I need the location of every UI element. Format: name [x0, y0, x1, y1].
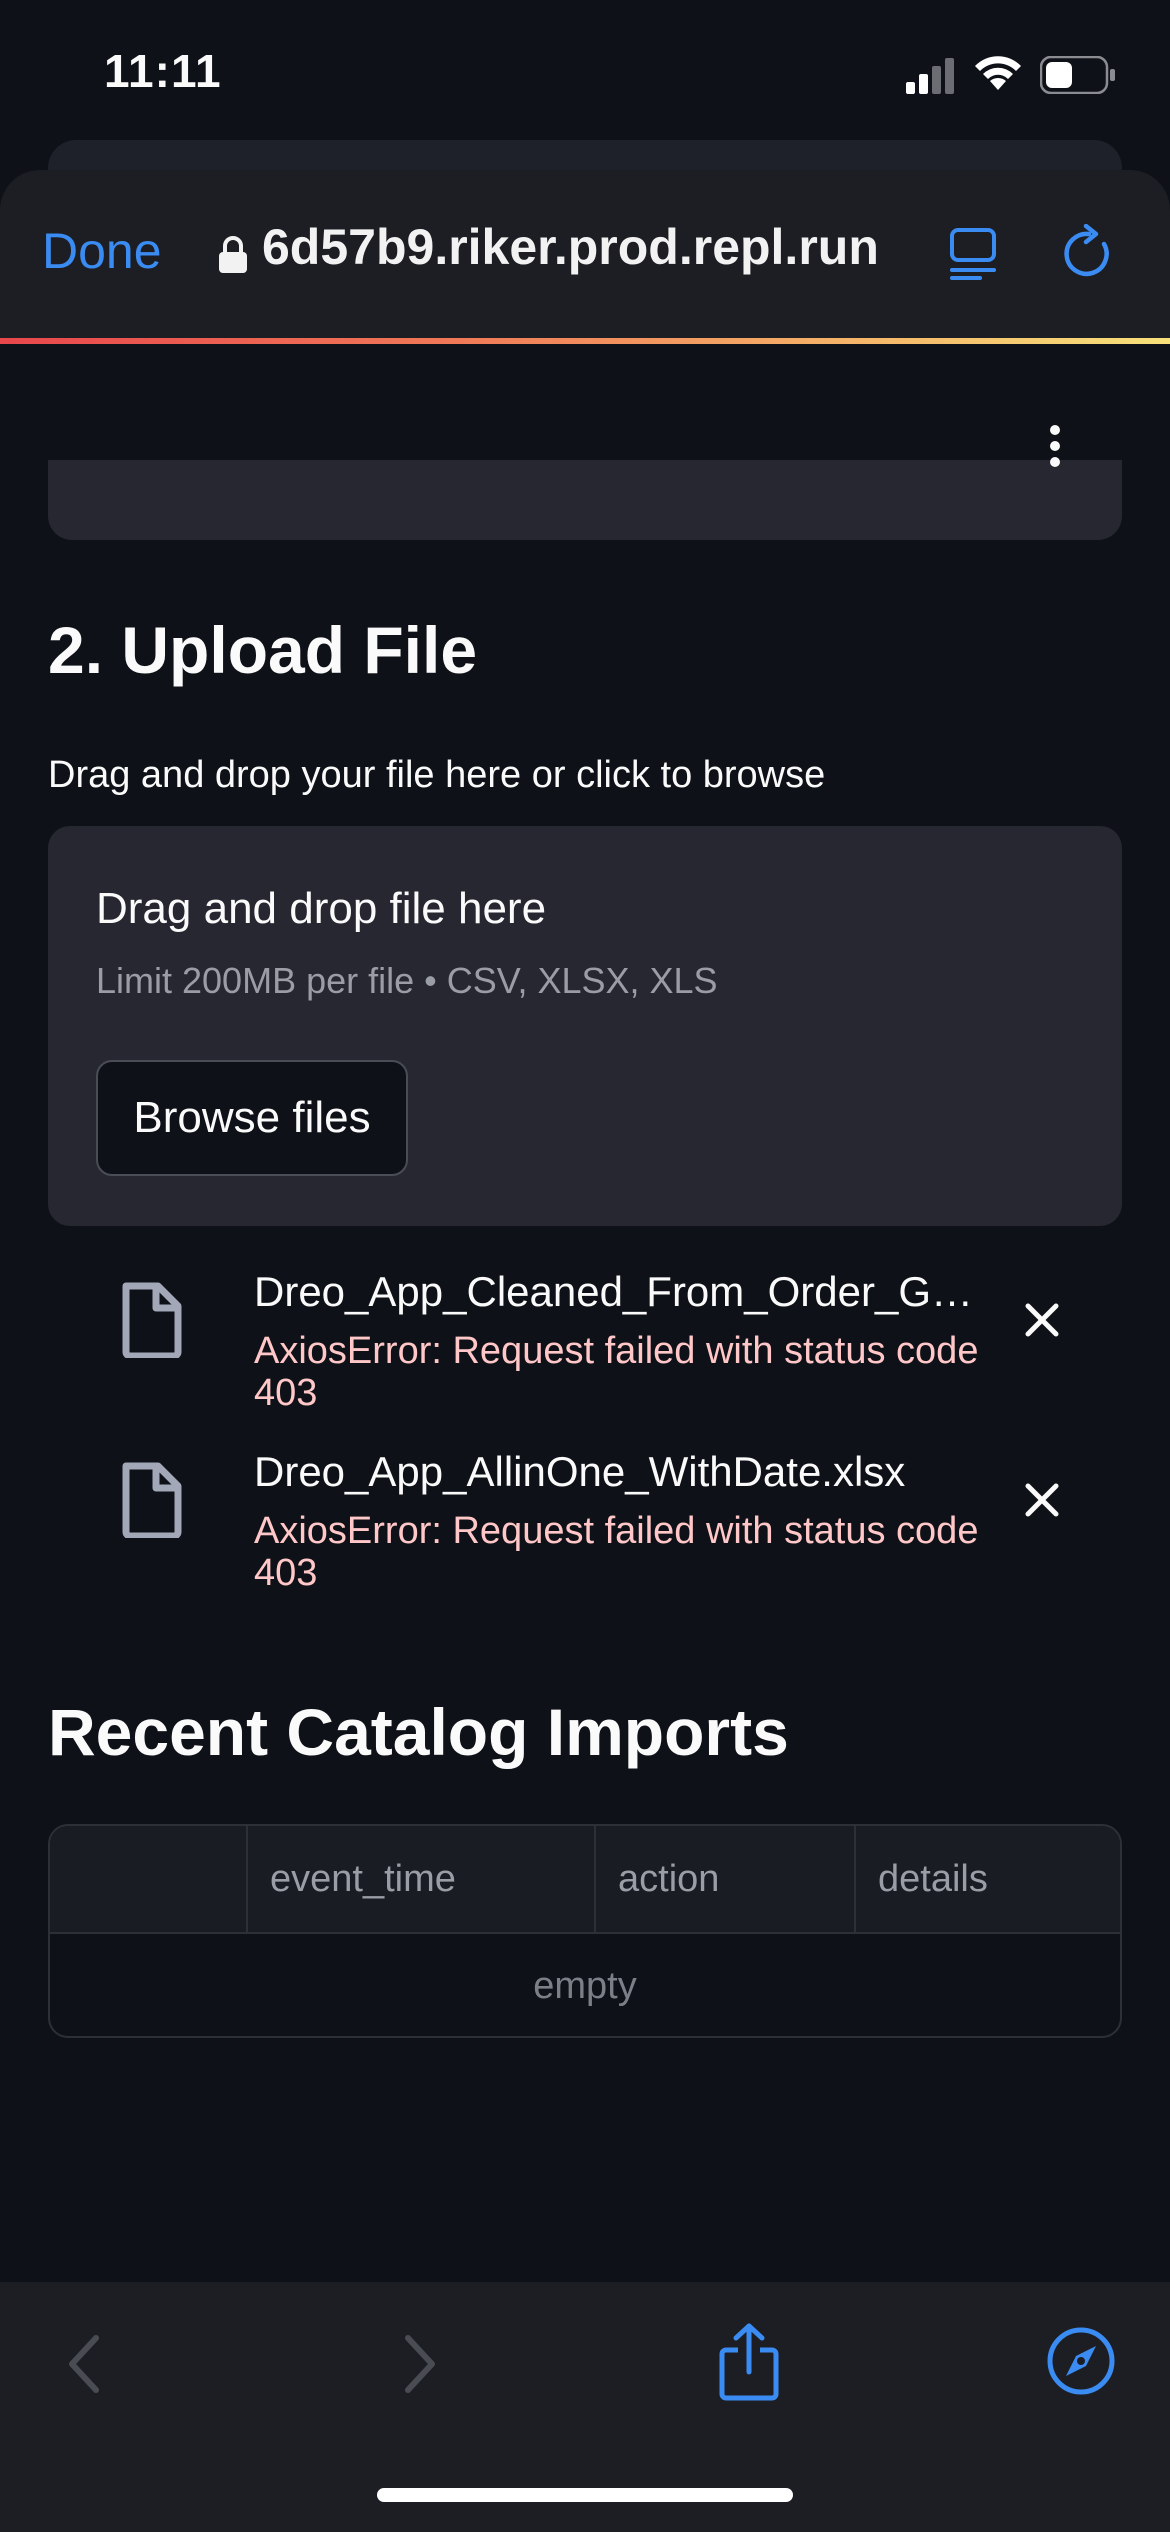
file-name: Dreo_App_Cleaned_From_Order_G…	[254, 1268, 974, 1315]
recent-imports-heading: Recent Catalog Imports	[48, 1695, 789, 1769]
status-bar: 11:11	[0, 0, 1170, 150]
wifi-icon	[975, 56, 1021, 90]
upload-section-heading: 2. Upload File	[48, 613, 478, 687]
reader-mode-icon[interactable]	[950, 228, 996, 280]
done-button[interactable]: Done	[42, 222, 162, 280]
remove-file-icon[interactable]	[1022, 1480, 1062, 1520]
status-time: 11:11	[104, 45, 222, 97]
table-empty-message: empty	[533, 1964, 637, 2007]
reload-icon[interactable]	[1064, 224, 1114, 280]
url-field[interactable]: 6d57b9.riker.prod.repl.run	[262, 218, 879, 276]
browser-toolbar: Done 6d57b9.riker.prod.repl.run	[0, 170, 1170, 340]
dropzone-limit-text: Limit 200MB per file • CSV, XLSX, XLS	[96, 960, 718, 1001]
table-header-row: event_time action details	[50, 1826, 1120, 1934]
table-column-header-details[interactable]: details	[856, 1826, 1120, 1932]
file-error-message: AxiosError: Request failed with status c…	[254, 1510, 979, 1594]
battery-icon	[1040, 56, 1115, 94]
file-name: Dreo_App_AllinOne_WithDate.xlsx	[254, 1448, 906, 1495]
forward-arrow-icon[interactable]	[400, 2332, 440, 2396]
upload-caption: Drag and drop your file here or click to…	[48, 754, 826, 796]
compass-icon[interactable]	[1046, 2326, 1116, 2396]
dropzone-title: Drag and drop file here	[96, 884, 547, 933]
previous-section-card	[48, 460, 1122, 540]
home-indicator[interactable]	[377, 2488, 793, 2502]
uploaded-file-item: Dreo_App_Cleaned_From_Order_G… AxiosErro…	[0, 1268, 1170, 1438]
remove-file-icon[interactable]	[1022, 1300, 1062, 1340]
lock-icon	[219, 236, 247, 273]
file-dropzone[interactable]: Drag and drop file here Limit 200MB per …	[48, 826, 1122, 1226]
table-column-header-event-time[interactable]: event_time	[248, 1826, 596, 1932]
file-icon	[122, 1282, 182, 1358]
more-options-icon[interactable]	[1040, 424, 1070, 474]
table-column-header-action[interactable]: action	[596, 1826, 856, 1932]
back-arrow-icon[interactable]	[64, 2332, 104, 2396]
file-error-message: AxiosError: Request failed with status c…	[254, 1330, 979, 1414]
recent-imports-table: event_time action details empty	[48, 1824, 1122, 2038]
share-icon[interactable]	[716, 2322, 782, 2402]
browse-files-button[interactable]: Browse files	[96, 1060, 408, 1176]
cellular-signal-icon	[906, 58, 954, 94]
table-column-header-index[interactable]	[50, 1826, 248, 1932]
uploaded-file-item: Dreo_App_AllinOne_WithDate.xlsx AxiosErr…	[0, 1448, 1170, 1618]
file-icon	[122, 1462, 182, 1538]
